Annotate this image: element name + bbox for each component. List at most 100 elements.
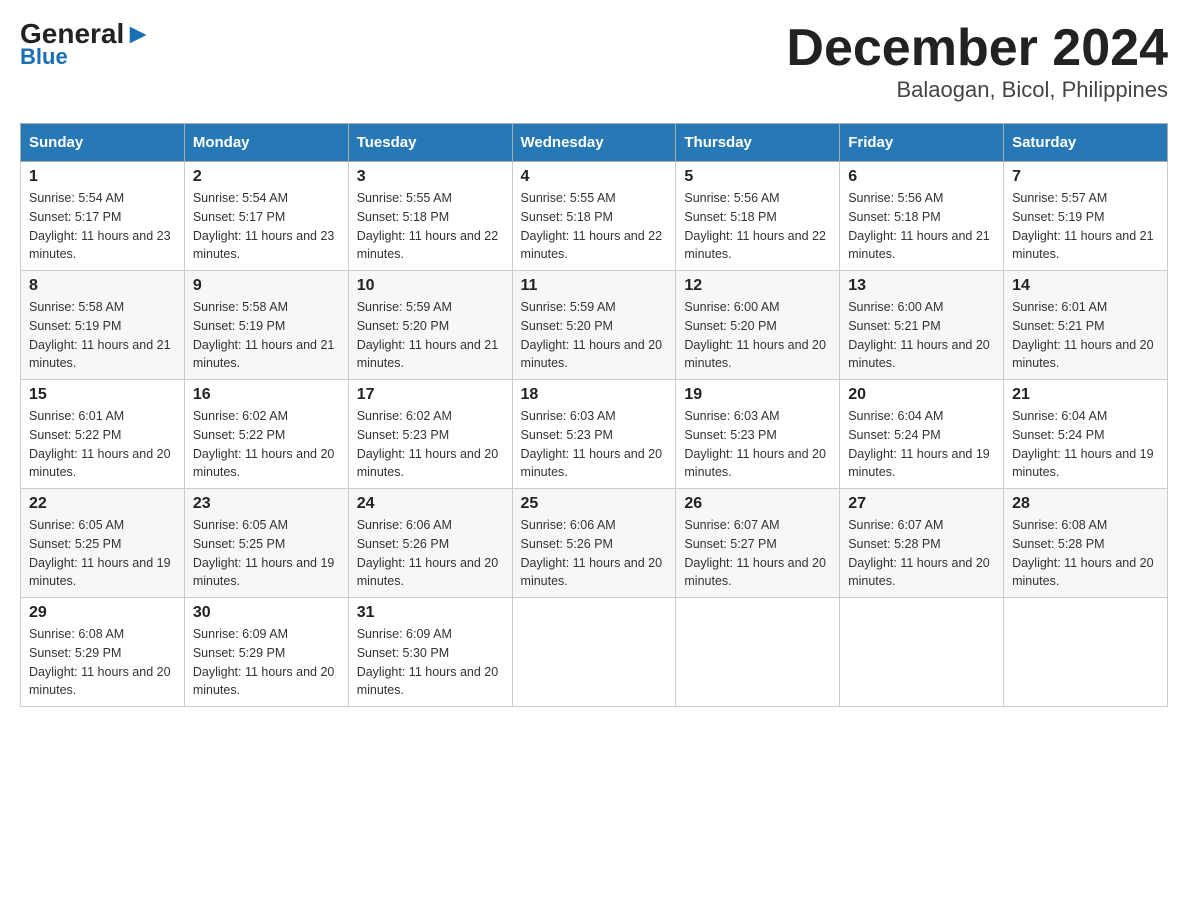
week-row-3: 15Sunrise: 6:01 AMSunset: 5:22 PMDayligh… <box>21 380 1168 489</box>
day-info: Sunrise: 6:00 AMSunset: 5:20 PMDaylight:… <box>684 298 831 373</box>
calendar-cell: 19 Sunrise: 6:03 AMSunset: 5:23 PMDayligh… <box>676 380 840 489</box>
week-row-1: 1Sunrise: 5:54 AMSunset: 5:17 PMDaylight… <box>21 162 1168 271</box>
day-number: 5 <box>684 168 831 186</box>
col-header-wednesday: Wednesday <box>512 124 676 162</box>
calendar-cell: 14 Sunrise: 6:01 AMSunset: 5:21 PMDayligh… <box>1004 271 1168 380</box>
calendar-cell: 20Sunrise: 6:04 AMSunset: 5:24 PMDayligh… <box>840 380 1004 489</box>
calendar-cell <box>512 598 676 707</box>
day-info: Sunrise: 6:04 AMSunset: 5:24 PMDaylight:… <box>1012 407 1159 482</box>
day-number: 9 <box>193 277 340 295</box>
day-info: Sunrise: 5:54 AMSunset: 5:17 PMDaylight:… <box>29 189 176 264</box>
day-info: Sunrise: 6:01 AMSunset: 5:22 PMDaylight:… <box>29 407 176 482</box>
calendar-cell: 7 Sunrise: 5:57 AMSunset: 5:19 PMDaylight… <box>1004 162 1168 271</box>
day-number: 19 <box>684 386 831 404</box>
calendar-cell: 24 Sunrise: 6:06 AMSunset: 5:26 PMDayligh… <box>348 489 512 598</box>
week-row-5: 29 Sunrise: 6:08 AMSunset: 5:29 PMDayligh… <box>21 598 1168 707</box>
day-info: Sunrise: 6:02 AMSunset: 5:22 PMDaylight:… <box>193 407 340 482</box>
day-number: 12 <box>684 277 831 295</box>
day-info: Sunrise: 5:56 AMSunset: 5:18 PMDaylight:… <box>684 189 831 264</box>
calendar-cell: 6 Sunrise: 5:56 AMSunset: 5:18 PMDaylight… <box>840 162 1004 271</box>
day-info: Sunrise: 6:03 AMSunset: 5:23 PMDaylight:… <box>521 407 668 482</box>
col-header-tuesday: Tuesday <box>348 124 512 162</box>
calendar-body: 1Sunrise: 5:54 AMSunset: 5:17 PMDaylight… <box>21 162 1168 707</box>
day-number: 6 <box>848 168 995 186</box>
calendar-cell: 1Sunrise: 5:54 AMSunset: 5:17 PMDaylight… <box>21 162 185 271</box>
day-number: 23 <box>193 495 340 513</box>
day-info: Sunrise: 6:09 AMSunset: 5:29 PMDaylight:… <box>193 625 340 700</box>
day-number: 7 <box>1012 168 1159 186</box>
week-row-4: 22Sunrise: 6:05 AMSunset: 5:25 PMDayligh… <box>21 489 1168 598</box>
calendar-cell: 16Sunrise: 6:02 AMSunset: 5:22 PMDayligh… <box>184 380 348 489</box>
day-info: Sunrise: 5:55 AMSunset: 5:18 PMDaylight:… <box>521 189 668 264</box>
calendar-cell: 28 Sunrise: 6:08 AMSunset: 5:28 PMDayligh… <box>1004 489 1168 598</box>
col-header-sunday: Sunday <box>21 124 185 162</box>
calendar-cell: 17Sunrise: 6:02 AMSunset: 5:23 PMDayligh… <box>348 380 512 489</box>
calendar-cell: 22Sunrise: 6:05 AMSunset: 5:25 PMDayligh… <box>21 489 185 598</box>
day-number: 29 <box>29 604 176 622</box>
calendar-cell: 2 Sunrise: 5:54 AMSunset: 5:17 PMDaylight… <box>184 162 348 271</box>
day-info: Sunrise: 5:57 AMSunset: 5:19 PMDaylight:… <box>1012 189 1159 264</box>
day-info: Sunrise: 6:08 AMSunset: 5:28 PMDaylight:… <box>1012 516 1159 591</box>
day-number: 10 <box>357 277 504 295</box>
calendar-cell: 18 Sunrise: 6:03 AMSunset: 5:23 PMDayligh… <box>512 380 676 489</box>
page-header: General► Blue December 2024 Balaogan, Bi… <box>20 20 1168 103</box>
calendar-cell: 23 Sunrise: 6:05 AMSunset: 5:25 PMDayligh… <box>184 489 348 598</box>
calendar-cell: 12 Sunrise: 6:00 AMSunset: 5:20 PMDayligh… <box>676 271 840 380</box>
col-header-friday: Friday <box>840 124 1004 162</box>
day-info: Sunrise: 6:06 AMSunset: 5:26 PMDaylight:… <box>521 516 668 591</box>
calendar-cell: 10 Sunrise: 5:59 AMSunset: 5:20 PMDayligh… <box>348 271 512 380</box>
page-title: December 2024 <box>786 20 1168 77</box>
header-row: SundayMondayTuesdayWednesdayThursdayFrid… <box>21 124 1168 162</box>
week-row-2: 8 Sunrise: 5:58 AMSunset: 5:19 PMDaylight… <box>21 271 1168 380</box>
day-number: 18 <box>521 386 668 404</box>
col-header-monday: Monday <box>184 124 348 162</box>
calendar-cell: 8 Sunrise: 5:58 AMSunset: 5:19 PMDaylight… <box>21 271 185 380</box>
day-info: Sunrise: 5:54 AMSunset: 5:17 PMDaylight:… <box>193 189 340 264</box>
day-number: 24 <box>357 495 504 513</box>
title-block: December 2024 Balaogan, Bicol, Philippin… <box>786 20 1168 103</box>
calendar-cell: 30Sunrise: 6:09 AMSunset: 5:29 PMDayligh… <box>184 598 348 707</box>
col-header-saturday: Saturday <box>1004 124 1168 162</box>
day-info: Sunrise: 6:05 AMSunset: 5:25 PMDaylight:… <box>193 516 340 591</box>
calendar-cell: 5 Sunrise: 5:56 AMSunset: 5:18 PMDaylight… <box>676 162 840 271</box>
day-info: Sunrise: 5:58 AMSunset: 5:19 PMDaylight:… <box>29 298 176 373</box>
day-info: Sunrise: 6:01 AMSunset: 5:21 PMDaylight:… <box>1012 298 1159 373</box>
day-info: Sunrise: 6:07 AMSunset: 5:28 PMDaylight:… <box>848 516 995 591</box>
day-info: Sunrise: 5:55 AMSunset: 5:18 PMDaylight:… <box>357 189 504 264</box>
calendar-table: SundayMondayTuesdayWednesdayThursdayFrid… <box>20 123 1168 707</box>
day-number: 20 <box>848 386 995 404</box>
day-info: Sunrise: 5:58 AMSunset: 5:19 PMDaylight:… <box>193 298 340 373</box>
day-number: 8 <box>29 277 176 295</box>
day-number: 27 <box>848 495 995 513</box>
calendar-cell: 21 Sunrise: 6:04 AMSunset: 5:24 PMDayligh… <box>1004 380 1168 489</box>
page-subtitle: Balaogan, Bicol, Philippines <box>786 77 1168 103</box>
calendar-cell <box>1004 598 1168 707</box>
calendar-cell <box>676 598 840 707</box>
day-info: Sunrise: 5:59 AMSunset: 5:20 PMDaylight:… <box>521 298 668 373</box>
day-info: Sunrise: 6:06 AMSunset: 5:26 PMDaylight:… <box>357 516 504 591</box>
calendar-cell: 25 Sunrise: 6:06 AMSunset: 5:26 PMDayligh… <box>512 489 676 598</box>
day-info: Sunrise: 6:03 AMSunset: 5:23 PMDaylight:… <box>684 407 831 482</box>
calendar-cell <box>840 598 1004 707</box>
day-number: 2 <box>193 168 340 186</box>
logo: General► Blue <box>20 20 152 70</box>
day-info: Sunrise: 6:05 AMSunset: 5:25 PMDaylight:… <box>29 516 176 591</box>
day-number: 21 <box>1012 386 1159 404</box>
day-number: 28 <box>1012 495 1159 513</box>
day-number: 3 <box>357 168 504 186</box>
day-info: Sunrise: 6:00 AMSunset: 5:21 PMDaylight:… <box>848 298 995 373</box>
col-header-thursday: Thursday <box>676 124 840 162</box>
day-info: Sunrise: 5:59 AMSunset: 5:20 PMDaylight:… <box>357 298 504 373</box>
day-info: Sunrise: 5:56 AMSunset: 5:18 PMDaylight:… <box>848 189 995 264</box>
day-info: Sunrise: 6:08 AMSunset: 5:29 PMDaylight:… <box>29 625 176 700</box>
day-info: Sunrise: 6:09 AMSunset: 5:30 PMDaylight:… <box>357 625 504 700</box>
calendar-cell: 26Sunrise: 6:07 AMSunset: 5:27 PMDayligh… <box>676 489 840 598</box>
calendar-cell: 15Sunrise: 6:01 AMSunset: 5:22 PMDayligh… <box>21 380 185 489</box>
calendar-cell: 29 Sunrise: 6:08 AMSunset: 5:29 PMDayligh… <box>21 598 185 707</box>
calendar-cell: 27 Sunrise: 6:07 AMSunset: 5:28 PMDayligh… <box>840 489 1004 598</box>
day-number: 4 <box>521 168 668 186</box>
logo-blue: Blue <box>20 44 68 70</box>
day-number: 25 <box>521 495 668 513</box>
day-number: 14 <box>1012 277 1159 295</box>
day-number: 26 <box>684 495 831 513</box>
